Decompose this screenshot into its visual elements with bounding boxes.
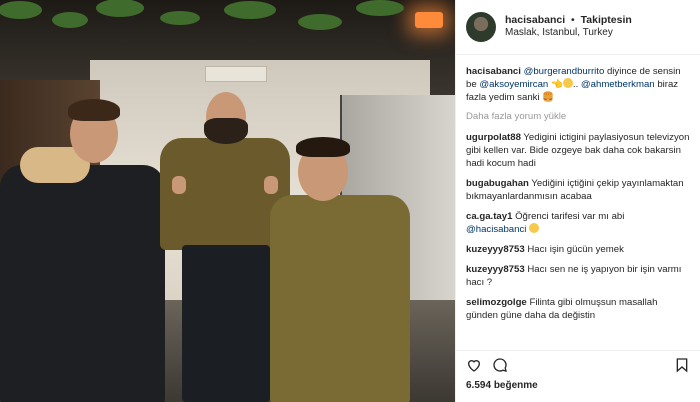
comments-list: hacisabanci @burgerandburrito diyince de… bbox=[456, 55, 700, 345]
caption-mention-1[interactable]: @burgerandburrito bbox=[524, 66, 605, 77]
instagram-post: hacisabanci • Takiptesin Maslak, Istanbu… bbox=[0, 0, 700, 402]
comment-item: selimozgolge Filinta gibi olmuşsun masal… bbox=[466, 296, 691, 322]
comment-username[interactable]: ugurpolat88 bbox=[466, 132, 521, 143]
comment-item: ca.ga.tay1 Öğrenci tarifesi var mı abi @… bbox=[466, 210, 691, 236]
caption-mention-3[interactable]: @ahmetberkman bbox=[581, 79, 655, 90]
smile-emoji-icon bbox=[562, 78, 573, 88]
comment-username[interactable]: kuzeyyy8753 bbox=[466, 244, 525, 255]
post-side-panel: hacisabanci • Takiptesin Maslak, Istanbu… bbox=[455, 0, 700, 402]
comment-username[interactable]: bugabugahan bbox=[466, 178, 529, 189]
comment-item: ugurpolat88 Yedigini ictigini paylasiyos… bbox=[466, 131, 691, 170]
caption: hacisabanci @burgerandburrito diyince de… bbox=[466, 66, 681, 103]
comment-item: kuzeyyy8753 Hacı işin gücün yemek bbox=[466, 243, 691, 256]
likes-count[interactable]: 6.594 beğenme bbox=[466, 380, 538, 391]
comment-mention[interactable]: @hacisabanci bbox=[466, 224, 526, 235]
load-more-comments-link[interactable]: Daha fazla yorum yükle bbox=[466, 111, 691, 122]
post-photo[interactable] bbox=[0, 0, 455, 402]
post-header: hacisabanci • Takiptesin Maslak, Istanbu… bbox=[456, 0, 700, 55]
comment-item: kuzeyyy8753 Hacı sen ne iş yapıyon bir i… bbox=[466, 263, 691, 289]
follow-status-button[interactable]: Takiptesin bbox=[581, 14, 632, 26]
comment-icon[interactable] bbox=[492, 357, 508, 373]
comment-text: Hacı işin gücün yemek bbox=[527, 244, 624, 255]
comment-username[interactable]: selimozgolge bbox=[466, 297, 527, 308]
comment-text: Öğrenci tarifesi var mı abi bbox=[515, 211, 625, 222]
comment-username[interactable]: kuzeyyy8753 bbox=[466, 264, 525, 275]
bookmark-icon[interactable] bbox=[674, 357, 690, 373]
avatar[interactable] bbox=[466, 12, 496, 42]
person-right bbox=[270, 135, 410, 402]
likes-number: 6.594 bbox=[466, 380, 492, 391]
post-location[interactable]: Maslak, Istanbul, Turkey bbox=[505, 27, 632, 40]
laugh-emoji-icon bbox=[529, 223, 540, 233]
post-actions-bar bbox=[456, 350, 700, 375]
caption-mention-2[interactable]: @aksoyemircan bbox=[479, 79, 548, 90]
photo-leaves bbox=[0, 0, 404, 30]
separator-dot: • bbox=[571, 14, 575, 27]
person-left bbox=[0, 95, 170, 402]
heart-icon[interactable] bbox=[466, 357, 482, 373]
hand-emoji-icon: 👈 bbox=[550, 79, 563, 90]
caption-username[interactable]: hacisabanci bbox=[466, 66, 521, 77]
header-username[interactable]: hacisabanci bbox=[505, 14, 565, 26]
comment-item: bugabugahan Yediğini içtiğini çekip yayı… bbox=[466, 177, 691, 203]
burger-emoji-icon: 🍔 bbox=[542, 92, 555, 103]
likes-label: beğenme bbox=[493, 380, 538, 391]
comment-username[interactable]: ca.ga.tay1 bbox=[466, 211, 512, 222]
